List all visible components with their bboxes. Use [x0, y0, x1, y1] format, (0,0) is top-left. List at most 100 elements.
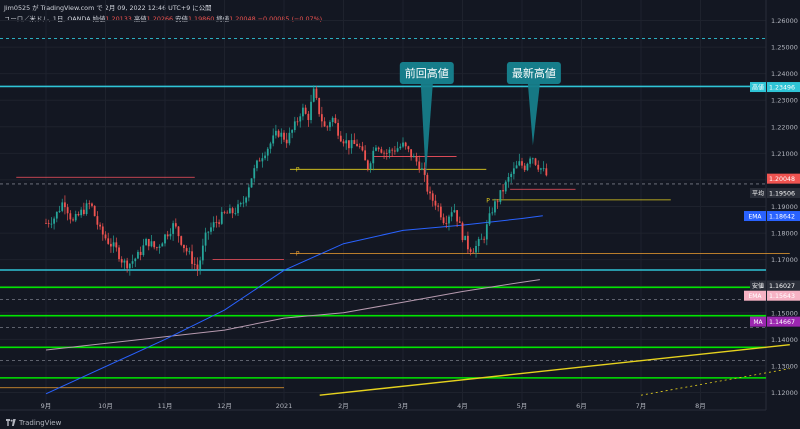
candle-body: [348, 140, 350, 149]
candle-body: [277, 130, 280, 137]
candle-body: [380, 149, 383, 153]
candle-body: [315, 88, 318, 98]
candle-body: [307, 113, 310, 121]
x-tick-label: 3月: [398, 402, 409, 410]
y-tick-label: 1.15000: [771, 309, 798, 317]
candle-body: [112, 242, 115, 247]
candle-body: [450, 212, 453, 217]
candle-body: [110, 243, 112, 247]
candle-body: [304, 107, 307, 114]
candle-body: [537, 164, 540, 170]
candle-body: [499, 190, 502, 203]
candle-body: [231, 208, 234, 214]
price-chart[interactable]: P P P 前回高値 最新高値 1.26000 1.25000 1.24000 1.23000 1…: [0, 0, 800, 429]
price-label-value: 1.19506: [769, 191, 795, 198]
candle-body: [210, 227, 212, 232]
candle-body: [120, 259, 123, 263]
x-tick-label: 10月: [98, 402, 113, 410]
candle-body: [396, 148, 399, 152]
candle-body: [391, 149, 394, 151]
candle-body: [183, 244, 185, 249]
candle-body: [531, 158, 534, 160]
candle-body: [69, 213, 72, 220]
candle-body: [91, 203, 93, 206]
candle-body: [101, 226, 104, 235]
candle-body: [280, 132, 283, 137]
candle-body: [215, 222, 218, 223]
price-label-value: 1.16027: [769, 283, 795, 290]
candle-body: [375, 147, 377, 151]
y-tick-label: 1.24000: [771, 70, 798, 78]
candle-body: [261, 158, 264, 162]
candle-body: [142, 245, 145, 256]
candle-body: [115, 242, 118, 248]
candle-body: [201, 245, 204, 261]
candle-body: [345, 140, 348, 144]
candle-body: [353, 140, 356, 144]
candle-body: [253, 168, 256, 179]
candle-body: [337, 122, 339, 136]
y-tick-label: 1.23000: [771, 97, 798, 105]
candle-body: [399, 146, 402, 149]
candle-body: [47, 223, 50, 224]
candle-body: [377, 147, 380, 150]
candle-body: [218, 222, 220, 224]
candle-body: [137, 251, 139, 259]
price-label-value: 1.23496: [769, 85, 795, 92]
candle-body: [50, 223, 53, 225]
candle-body: [139, 251, 142, 256]
candle-body: [180, 236, 183, 245]
candle-body: [431, 193, 434, 201]
x-tick-label: 8月: [695, 402, 706, 410]
candle-body: [412, 155, 415, 158]
candle-body: [453, 210, 456, 213]
candle-body: [247, 187, 250, 198]
y-tick-label: 1.14000: [771, 336, 798, 344]
y-tick-label: 1.18000: [771, 230, 798, 238]
candle-body: [288, 132, 291, 144]
candle-body: [88, 203, 91, 205]
price-label-name: EMA: [748, 214, 762, 221]
candle-body: [418, 161, 421, 170]
candle-body: [475, 246, 477, 253]
candle-body: [128, 263, 131, 269]
candle-body: [223, 211, 226, 213]
y-tick-label: 1.25000: [771, 44, 798, 52]
candle-body: [469, 249, 472, 252]
candle-body: [126, 260, 129, 269]
candle-body: [364, 150, 367, 161]
candle-body: [166, 234, 169, 237]
candle-body: [242, 202, 245, 204]
candle-body: [226, 212, 229, 214]
candle-body: [361, 146, 364, 151]
tradingview-logo-icon: [6, 419, 16, 426]
callout-label: 最新高値: [512, 66, 556, 80]
callout-pointer: [527, 84, 540, 146]
price-label-value: 1.20048: [769, 176, 795, 183]
candle-body: [296, 121, 299, 123]
candle-body: [480, 238, 483, 240]
y-tick-label: 1.19000: [771, 203, 798, 211]
x-tick-label: 2021: [276, 402, 293, 410]
callout-label: 前回高値: [405, 66, 449, 80]
candle-body: [72, 219, 74, 221]
candle-body: [85, 203, 88, 214]
candle-body: [464, 235, 467, 241]
trend-line: [319, 344, 790, 396]
candle-body: [96, 216, 99, 225]
candle-body: [504, 181, 507, 192]
y-tick-label: 1.21000: [771, 150, 798, 158]
price-label-name: 安値: [752, 282, 764, 290]
candle-body: [502, 190, 504, 192]
candle-body: [437, 205, 440, 207]
candle-body: [407, 146, 410, 150]
price-label-name: EMA: [748, 293, 762, 300]
candle-body: [372, 150, 375, 164]
candle-body: [234, 213, 237, 214]
candle-body: [283, 132, 285, 140]
candle-body: [99, 224, 101, 227]
candle-body: [320, 114, 323, 122]
candle-body: [510, 173, 513, 178]
y-tick-label: 1.22000: [771, 123, 798, 131]
candle-body: [123, 260, 126, 263]
